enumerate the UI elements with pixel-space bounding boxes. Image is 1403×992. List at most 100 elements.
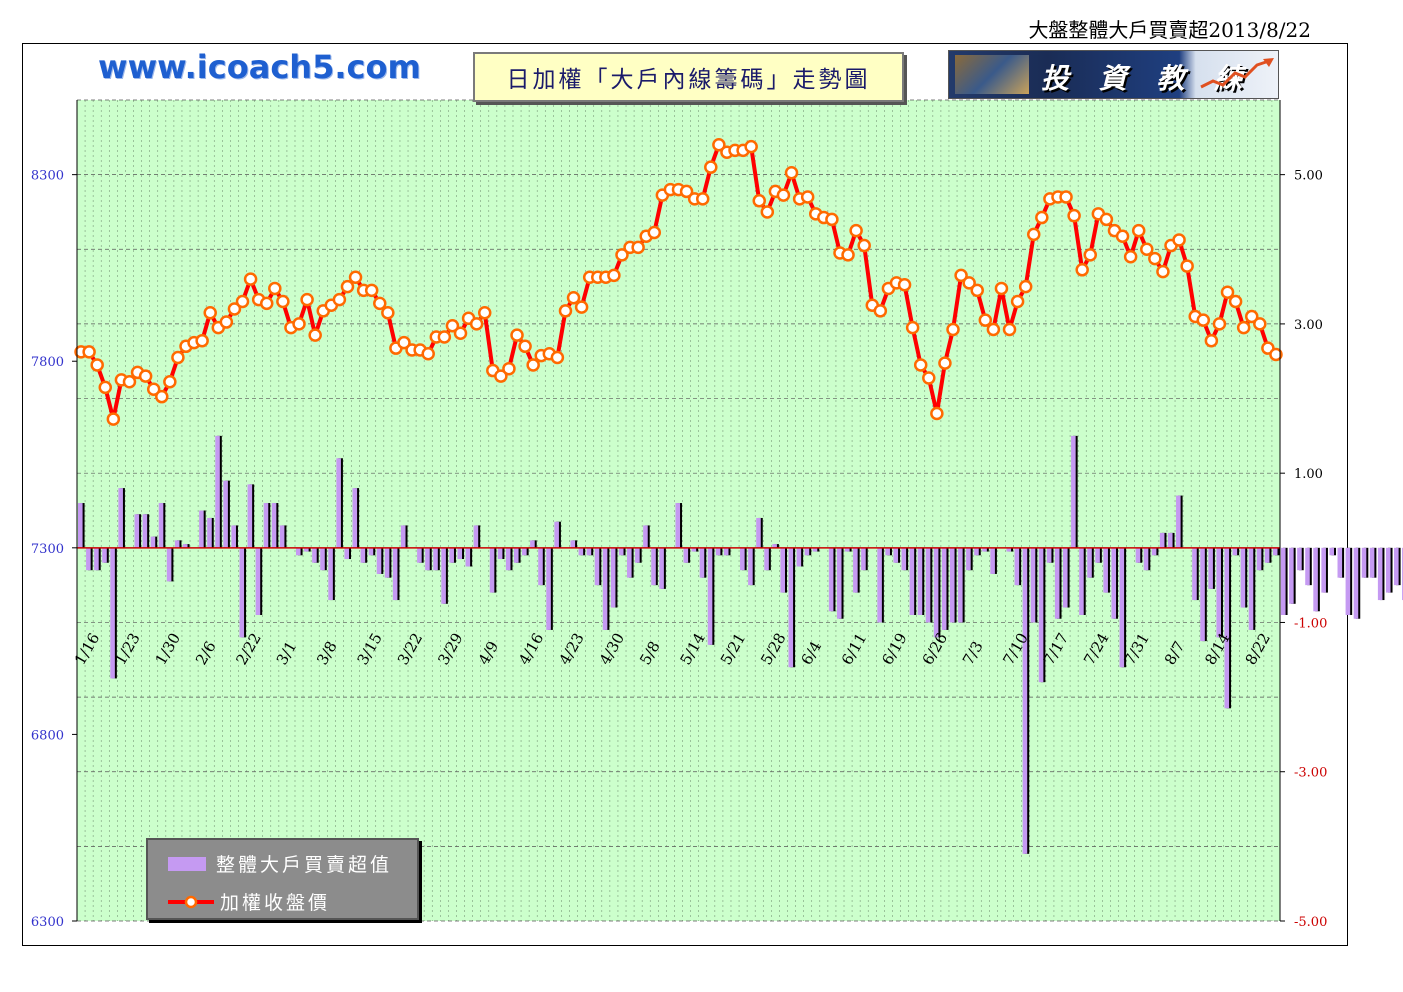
bar — [1159, 532, 1165, 548]
bar — [1151, 547, 1157, 556]
bar — [1369, 547, 1375, 578]
site-url[interactable]: www.icoach5.com — [98, 48, 421, 86]
close-price-marker — [1067, 208, 1081, 223]
legend-line-swatch — [168, 895, 214, 909]
bar — [853, 547, 858, 593]
bar — [796, 547, 802, 567]
close-price-marker — [469, 317, 484, 331]
bar — [312, 547, 317, 563]
bar — [1208, 547, 1213, 589]
bar — [578, 547, 584, 556]
bar — [1337, 547, 1343, 578]
bar — [1321, 547, 1326, 593]
bar — [239, 547, 245, 638]
bar — [1087, 547, 1092, 578]
bar — [602, 547, 608, 630]
bar — [134, 514, 140, 548]
left-tick-label: 6800 — [31, 728, 64, 743]
bar — [522, 547, 527, 556]
legend: 整體大戶買賣超值 加權收盤價 — [146, 838, 419, 920]
bar — [142, 514, 148, 548]
bar — [643, 525, 648, 548]
close-price-marker — [1002, 322, 1017, 337]
bar — [901, 547, 907, 571]
bar — [554, 521, 559, 548]
bar — [828, 547, 834, 612]
right-tick-label: 5.00 — [1294, 169, 1323, 184]
bar — [756, 517, 761, 548]
bar — [118, 488, 123, 548]
bar — [1063, 547, 1068, 608]
bar — [1345, 547, 1351, 615]
close-price-marker — [171, 350, 185, 365]
left-tick-label: 7800 — [31, 355, 64, 370]
close-price-marker — [1059, 190, 1073, 204]
bar — [279, 525, 285, 548]
close-price-marker — [905, 320, 920, 335]
close-price-marker — [946, 322, 960, 337]
bar — [1353, 547, 1359, 619]
bar — [1394, 547, 1399, 586]
bar — [199, 510, 204, 548]
bar — [231, 525, 236, 548]
close-price-marker — [308, 328, 322, 342]
close-price-marker — [510, 328, 524, 342]
bar — [1176, 495, 1181, 548]
right-tick-label: -1.00 — [1294, 616, 1327, 631]
bar — [425, 547, 430, 571]
bar — [1095, 547, 1100, 563]
bar — [885, 547, 890, 556]
close-price-marker — [381, 305, 395, 320]
bar — [207, 517, 212, 548]
bar — [530, 540, 535, 548]
bar — [1200, 547, 1205, 642]
bar — [594, 547, 600, 586]
close-price-marker — [1010, 294, 1025, 309]
bar — [1329, 547, 1335, 556]
bar — [917, 547, 923, 615]
bar — [271, 503, 277, 548]
bar — [748, 547, 753, 586]
close-price-marker — [1180, 259, 1194, 273]
close-price-marker — [373, 296, 387, 311]
bar — [740, 547, 745, 571]
bar — [102, 547, 107, 563]
legend-line-label: 加權收盤價 — [220, 892, 331, 914]
bar — [925, 547, 931, 623]
bar — [723, 547, 729, 556]
bar — [497, 547, 503, 560]
close-price-marker — [930, 406, 944, 421]
close-price-marker — [235, 294, 250, 309]
bar — [392, 547, 398, 601]
bar — [909, 547, 915, 615]
right-tick-label: -3.00 — [1294, 766, 1327, 781]
close-price-marker — [994, 281, 1009, 296]
bar — [780, 547, 785, 593]
bar — [368, 547, 374, 556]
chart-title: 日加權「大戶內線籌碼」走勢圖 — [473, 52, 904, 102]
bar — [1014, 547, 1020, 586]
close-price-marker — [518, 339, 532, 354]
bar — [1192, 547, 1197, 601]
bar — [1038, 547, 1044, 683]
bar — [433, 547, 438, 571]
close-price-marker — [566, 291, 581, 305]
bar — [570, 540, 576, 548]
close-price-marker — [1123, 249, 1138, 264]
bar — [877, 547, 882, 623]
bar — [1305, 547, 1310, 586]
close-price-marker — [1212, 317, 1227, 331]
bar — [974, 547, 979, 556]
close-price-marker — [800, 190, 815, 204]
bar — [836, 547, 842, 619]
close-price-marker — [695, 192, 710, 206]
right-tick-label: 1.00 — [1294, 467, 1323, 482]
close-price-marker — [300, 292, 314, 307]
legend-item-bars: 整體大戶買賣超值 — [168, 850, 392, 877]
bar — [384, 547, 390, 578]
bar — [1256, 547, 1262, 571]
logo-photo — [955, 55, 1029, 94]
close-price-marker — [203, 305, 217, 320]
close-price-marker — [340, 279, 355, 294]
close-price-marker — [1220, 285, 1235, 299]
